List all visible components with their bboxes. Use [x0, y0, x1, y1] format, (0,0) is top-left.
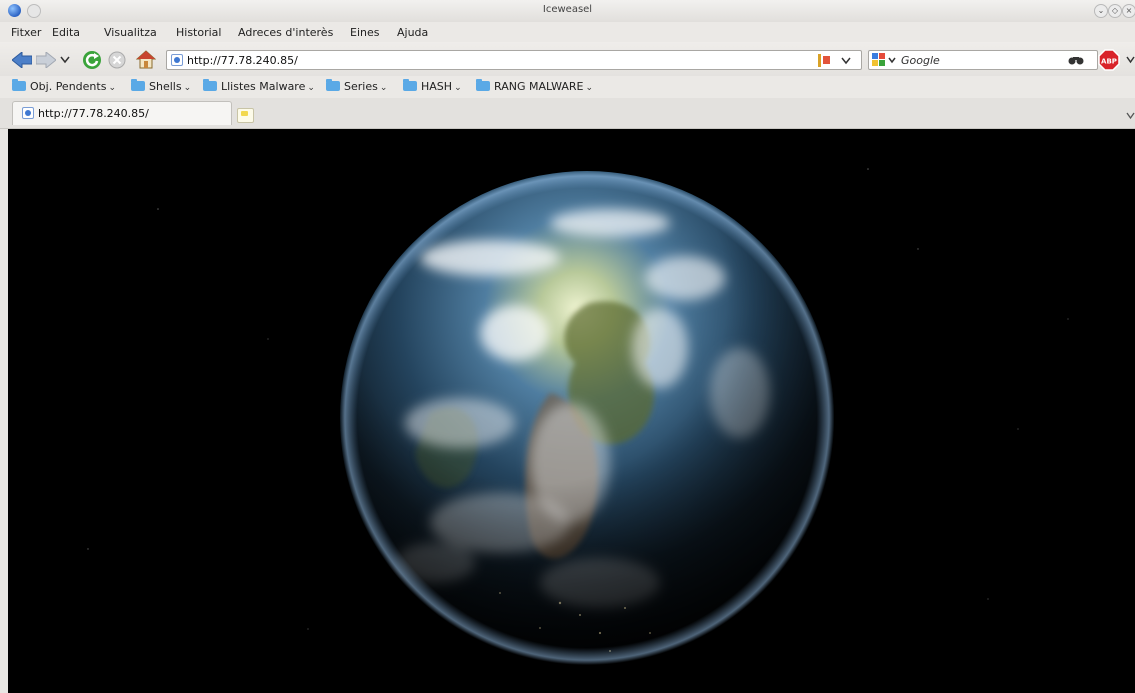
tab-label: http://77.78.240.85/ — [38, 107, 149, 120]
folder-icon — [203, 79, 217, 91]
minimize-icon[interactable]: ⌄ — [1094, 4, 1108, 18]
tab-active[interactable]: http://77.78.240.85/ — [12, 101, 232, 125]
bookmark-folder-series[interactable]: Series ⌄ — [326, 79, 388, 96]
folder-icon — [131, 79, 145, 91]
bookmark-folder-hash[interactable]: HASH ⌄ — [403, 79, 462, 96]
bookmarks-toolbar: Obj. Pendents ⌄ Shells ⌄ Llistes Malware ⌄ … — [0, 76, 1135, 98]
page-content — [8, 129, 1135, 693]
chevron-down-icon: ⌄ — [379, 83, 388, 93]
bookmark-label: Shells — [149, 80, 182, 93]
menu-fitxer[interactable]: Fitxer — [11, 26, 41, 39]
search-engine-icon[interactable] — [872, 53, 900, 68]
earth-image — [340, 163, 834, 676]
menu-adreces[interactable]: Adreces d'interès — [238, 26, 333, 39]
forward-arrow-icon[interactable] — [36, 52, 56, 68]
tab-favicon-icon — [22, 107, 34, 119]
stop-icon[interactable] — [108, 51, 126, 69]
menu-bar: Fitxer Edita Visualitza Historial Adrece… — [0, 22, 1135, 42]
home-icon[interactable] — [136, 50, 156, 69]
folder-icon — [12, 79, 26, 91]
menu-ajuda[interactable]: Ajuda — [397, 26, 428, 39]
url-bar[interactable]: http://77.78.240.85/ — [166, 50, 862, 70]
site-favicon-icon — [171, 54, 183, 66]
bookmark-label: HASH — [421, 80, 453, 93]
folder-icon — [326, 79, 340, 91]
new-tab-icon[interactable] — [237, 108, 254, 123]
bookmark-folder-obj-pendents[interactable]: Obj. Pendents ⌄ — [12, 79, 116, 96]
chevron-down-icon: ⌄ — [585, 83, 594, 93]
bookmark-label: Series — [344, 80, 378, 93]
adblock-label: ABP — [1101, 58, 1117, 66]
search-bar[interactable]: Google — [868, 50, 1098, 70]
page-rank-icon[interactable] — [817, 53, 831, 68]
reload-icon[interactable] — [82, 50, 102, 70]
folder-icon — [476, 79, 490, 91]
close-icon[interactable]: × — [1122, 4, 1135, 18]
history-dropdown-icon[interactable] — [60, 56, 70, 64]
binoculars-icon[interactable] — [1068, 55, 1084, 65]
bookmark-label: Llistes Malware — [221, 80, 306, 93]
chevron-down-icon: ⌄ — [108, 83, 116, 93]
chevron-down-icon: ⌄ — [183, 83, 192, 93]
menu-edita[interactable]: Edita — [52, 26, 80, 39]
folder-icon — [403, 79, 417, 91]
search-placeholder: Google — [901, 54, 940, 67]
window-title: Iceweasel — [542, 4, 593, 15]
maximize-icon[interactable]: ◇ — [1108, 4, 1122, 18]
adblock-icon[interactable]: ABP — [1098, 49, 1120, 71]
url-dropdown-icon[interactable] — [841, 57, 851, 65]
tab-list-icon[interactable] — [1126, 112, 1135, 120]
menu-eines[interactable]: Eines — [350, 26, 379, 39]
chevron-down-icon: ⌄ — [454, 83, 462, 93]
url-text: http://77.78.240.85/ — [187, 54, 298, 67]
title-bar: Iceweasel ⌄ ◇ × — [0, 0, 1135, 23]
bookmark-label: RANG MALWARE — [494, 80, 584, 93]
browser-window: Iceweasel ⌄ ◇ × Fitxer Edita Visualitza … — [0, 0, 1135, 693]
back-arrow-icon[interactable] — [12, 52, 32, 68]
bookmark-label: Obj. Pendents — [30, 80, 107, 93]
chevron-down-icon: ⌄ — [307, 83, 315, 93]
bookmark-folder-rang-malware[interactable]: RANG MALWARE ⌄ — [476, 79, 594, 96]
bookmark-folder-llistes-malware[interactable]: Llistes Malware ⌄ — [203, 79, 315, 96]
navigation-toolbar: http://77.78.240.85/ Google ABP — [0, 42, 1135, 76]
menu-visualitza[interactable]: Visualitza — [104, 26, 157, 39]
tab-strip: http://77.78.240.85/ — [0, 98, 1135, 129]
toolbar-overflow-icon[interactable] — [1126, 56, 1135, 64]
menu-historial[interactable]: Historial — [176, 26, 221, 39]
bookmark-folder-shells[interactable]: Shells ⌄ — [131, 79, 192, 96]
